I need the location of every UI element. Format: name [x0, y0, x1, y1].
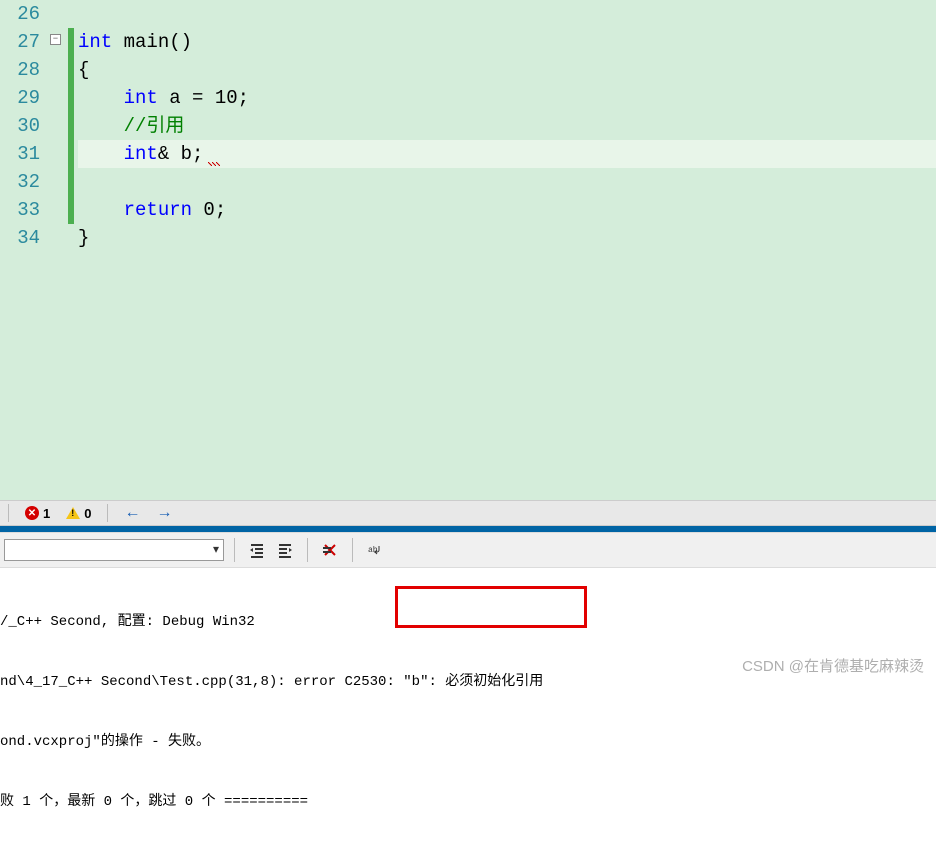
- brace: {: [78, 59, 89, 81]
- line-number: 27: [0, 28, 40, 56]
- code-text: & b;: [158, 143, 204, 165]
- line-number: 32: [0, 168, 40, 196]
- brace: }: [78, 227, 89, 249]
- separator: [8, 504, 9, 522]
- line-number-gutter: 26 27 28 29 30 31 32 33 34: [0, 0, 48, 500]
- warning-count-value: 0: [84, 506, 91, 521]
- code-editor[interactable]: 26 27 28 29 30 31 32 33 34 − int main() …: [0, 0, 936, 500]
- error-squiggle-icon: [208, 162, 220, 166]
- separator: [234, 538, 235, 562]
- line-number: 29: [0, 84, 40, 112]
- warning-count[interactable]: 0: [66, 506, 91, 521]
- line-number: 33: [0, 196, 40, 224]
- keyword: int: [124, 87, 158, 109]
- indent-right-icon[interactable]: [273, 538, 297, 562]
- output-panel[interactable]: /_C++ Second, 配置: Debug Win32 nd\4_17_C+…: [0, 568, 936, 856]
- output-line: ond.vcxproj"的操作 - 失败。: [0, 732, 936, 752]
- warning-icon: [66, 507, 80, 519]
- code-area[interactable]: int main() { int a = 10; //引用 int& b; re…: [74, 0, 936, 500]
- clear-output-icon[interactable]: [318, 538, 342, 562]
- output-toolbar: ab: [0, 532, 936, 568]
- separator: [307, 538, 308, 562]
- line-number: 31: [0, 140, 40, 168]
- keyword: int: [78, 31, 112, 53]
- line-number: 26: [0, 0, 40, 28]
- line-number: 34: [0, 224, 40, 252]
- keyword: return: [124, 199, 192, 221]
- line-number: 30: [0, 112, 40, 140]
- error-count[interactable]: ✕ 1: [25, 506, 50, 521]
- word-wrap-icon[interactable]: ab: [363, 538, 387, 562]
- output-error-line: nd\4_17_C++ Second\Test.cpp(31,8): error…: [0, 672, 936, 692]
- separator: [107, 504, 108, 522]
- fold-collapse-icon[interactable]: −: [50, 34, 61, 45]
- nav-forward-icon[interactable]: →: [156, 504, 172, 522]
- error-status-bar: ✕ 1 0 ← →: [0, 500, 936, 526]
- output-line: /_C++ Second, 配置: Debug Win32: [0, 612, 936, 632]
- punctuation: (): [169, 31, 192, 53]
- keyword: int: [124, 143, 158, 165]
- nav-back-icon[interactable]: ←: [124, 504, 140, 522]
- code-text: 0;: [192, 199, 226, 221]
- error-count-value: 1: [43, 506, 50, 521]
- output-line: 败 1 个，最新 0 个，跳过 0 个 ==========: [0, 792, 936, 812]
- comment: //引用: [124, 115, 185, 137]
- fold-column: −: [48, 0, 68, 500]
- error-icon: ✕: [25, 506, 39, 520]
- line-number: 28: [0, 56, 40, 84]
- indent-left-icon[interactable]: [245, 538, 269, 562]
- output-source-combo[interactable]: [4, 539, 224, 561]
- separator: [352, 538, 353, 562]
- identifier: main: [112, 31, 169, 53]
- current-line: int& b;: [78, 140, 936, 168]
- code-text: a = 10;: [158, 87, 249, 109]
